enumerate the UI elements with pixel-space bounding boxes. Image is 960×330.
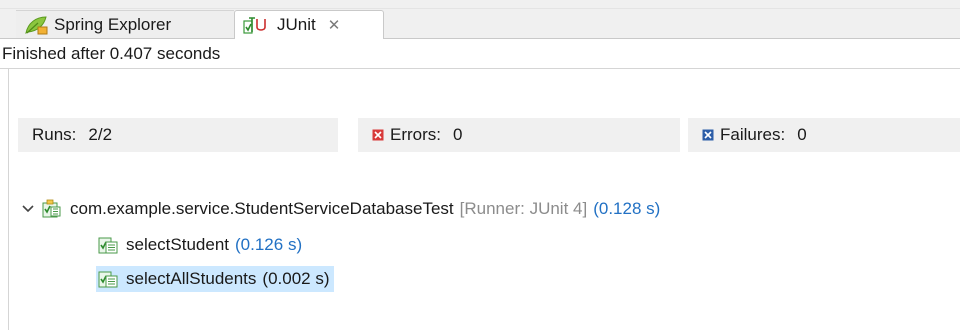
tree-row-test[interactable]: selectStudent (0.126 s) (98, 232, 302, 258)
test-label: selectStudent (126, 235, 230, 254)
test-time: (0.126 s) (235, 235, 303, 254)
suite-time: (0.128 s) (593, 199, 661, 218)
tree-row-test-selected[interactable]: selectAllStudents (0.002 s) (96, 266, 334, 292)
tab-label: Spring Explorer (54, 14, 172, 34)
suite-label: com.example.service.StudentServiceDataba… (70, 199, 454, 218)
panel-left-border (8, 69, 9, 330)
test-passed-icon (98, 269, 118, 289)
runs-counter: Runs: 2/2 (18, 118, 338, 152)
test-counters: Runs: 2/2 Errors: 0 Failures: 0 (0, 118, 960, 152)
errors-value: 0 (453, 125, 463, 144)
tab-label: JUnit (277, 15, 316, 34)
failures-counter: Failures: 0 (688, 118, 960, 152)
close-icon[interactable]: ✕ (328, 16, 341, 34)
suite-runner: [Runner: JUnit 4] (459, 199, 588, 218)
tab-bar-top-border (0, 8, 960, 9)
status-text: Finished after 0.407 seconds (2, 44, 221, 63)
test-time: (0.002 s) (262, 269, 330, 288)
junit-icon (243, 15, 271, 35)
spring-leaf-icon (24, 15, 48, 35)
runs-value: 2/2 (88, 125, 113, 144)
tab-spring-explorer[interactable]: Spring Explorer (16, 10, 234, 38)
errors-label: Errors: (390, 125, 441, 144)
runs-label: Runs: (32, 125, 77, 144)
test-label: selectAllStudents (126, 269, 257, 288)
failures-label: Failures: (720, 125, 786, 144)
errors-counter: Errors: 0 (358, 118, 680, 152)
chevron-down-icon[interactable] (22, 204, 34, 214)
tree-row-suite[interactable]: com.example.service.StudentServiceDataba… (22, 196, 660, 222)
tab-junit[interactable]: JUnit ✕ (234, 10, 384, 39)
error-icon (372, 129, 384, 141)
test-passed-icon (98, 235, 118, 255)
test-suite-icon (42, 199, 62, 219)
failures-value: 0 (797, 125, 807, 144)
status-divider (0, 68, 960, 69)
failure-icon (702, 129, 714, 141)
view-tab-bar: Spring Explorer JUnit ✕ (0, 0, 960, 39)
